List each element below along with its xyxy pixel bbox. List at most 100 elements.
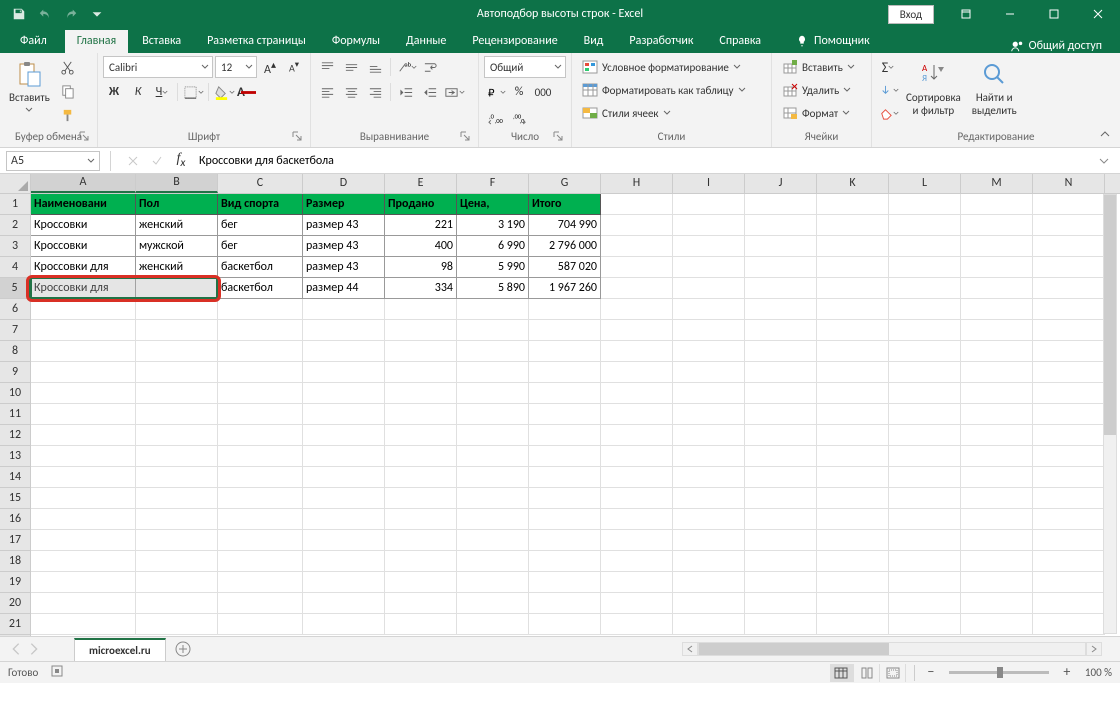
ribbon-options-button[interactable] <box>944 0 988 28</box>
tell-me-button[interactable]: Помощник <box>783 30 882 53</box>
cell[interactable] <box>303 446 385 467</box>
cell[interactable] <box>673 299 745 320</box>
cell[interactable] <box>218 488 303 509</box>
cell[interactable] <box>601 446 673 467</box>
cell[interactable] <box>303 509 385 530</box>
clear-button[interactable] <box>877 102 899 124</box>
cell[interactable] <box>601 425 673 446</box>
cell[interactable] <box>745 257 817 278</box>
row-header-3[interactable]: 3 <box>0 236 30 257</box>
maximize-button[interactable] <box>1032 0 1076 28</box>
cell[interactable]: Кроссовки для <box>31 257 136 278</box>
align-top-button[interactable] <box>316 56 338 78</box>
row-header-5[interactable]: 5 <box>0 278 31 299</box>
cell[interactable] <box>457 488 529 509</box>
cell[interactable] <box>31 425 136 446</box>
cell[interactable] <box>673 425 745 446</box>
conditional-format-button[interactable]: Условное форматирование <box>577 56 766 78</box>
cell[interactable]: Кроссовки <box>31 236 136 257</box>
increase-decimal-button[interactable]: ,0,00 <box>484 106 506 128</box>
cell[interactable] <box>745 341 817 362</box>
column-header-K[interactable]: K <box>817 174 889 193</box>
format-table-button[interactable]: Форматировать как таблицу <box>577 79 766 101</box>
cell[interactable] <box>457 341 529 362</box>
row-header-1[interactable]: 1 <box>0 194 30 215</box>
cell[interactable] <box>136 530 218 551</box>
tab-help[interactable]: Справка <box>707 30 773 53</box>
cell[interactable] <box>601 299 673 320</box>
cell[interactable] <box>218 572 303 593</box>
paste-button[interactable]: Вставить <box>5 56 54 126</box>
cell[interactable] <box>136 404 218 425</box>
cell[interactable] <box>457 509 529 530</box>
column-header-B[interactable]: B <box>136 174 218 193</box>
zoom-slider[interactable] <box>949 671 1049 674</box>
cell[interactable] <box>303 530 385 551</box>
cell[interactable] <box>817 593 889 614</box>
cell[interactable] <box>673 383 745 404</box>
insert-function-button[interactable]: fx <box>169 151 193 171</box>
cell[interactable] <box>1033 551 1105 572</box>
cell[interactable] <box>817 383 889 404</box>
row-header-2[interactable]: 2 <box>0 215 30 236</box>
cell[interactable] <box>136 593 218 614</box>
cell[interactable] <box>529 509 601 530</box>
cell[interactable] <box>1033 299 1105 320</box>
cell[interactable] <box>889 614 961 635</box>
cell[interactable] <box>889 194 961 215</box>
cell[interactable] <box>745 572 817 593</box>
cell-styles-button[interactable]: Стили ячеек <box>577 102 766 124</box>
cell[interactable] <box>817 467 889 488</box>
cell[interactable] <box>817 488 889 509</box>
select-all-corner[interactable] <box>0 174 31 193</box>
cell[interactable] <box>303 425 385 446</box>
cell[interactable] <box>218 320 303 341</box>
cell[interactable] <box>136 362 218 383</box>
cell[interactable] <box>385 404 457 425</box>
cut-button[interactable] <box>57 56 79 78</box>
collapse-ribbon-button[interactable] <box>1096 125 1114 143</box>
cell[interactable] <box>601 551 673 572</box>
tab-view[interactable]: Вид <box>572 30 616 53</box>
cell[interactable] <box>529 488 601 509</box>
row-header-11[interactable]: 11 <box>0 404 30 425</box>
cell[interactable] <box>136 572 218 593</box>
zoom-out-button[interactable]: − <box>923 665 939 681</box>
cell[interactable] <box>31 362 136 383</box>
cell[interactable] <box>601 467 673 488</box>
cell[interactable] <box>601 572 673 593</box>
cell[interactable] <box>385 488 457 509</box>
cell[interactable] <box>218 509 303 530</box>
cell[interactable] <box>1033 215 1105 236</box>
cell[interactable] <box>745 383 817 404</box>
cell[interactable] <box>136 551 218 572</box>
cell[interactable] <box>889 488 961 509</box>
insert-cells-button[interactable]: Вставить <box>777 56 866 78</box>
cell[interactable] <box>303 320 385 341</box>
wrap-text-button[interactable] <box>419 56 441 78</box>
row-header-4[interactable]: 4 <box>0 257 30 278</box>
cell[interactable] <box>1033 509 1105 530</box>
cell[interactable] <box>961 299 1033 320</box>
decrease-indent-button[interactable] <box>395 81 417 103</box>
row-header-16[interactable]: 16 <box>0 509 30 530</box>
cell[interactable] <box>961 593 1033 614</box>
column-header-C[interactable]: C <box>218 174 303 193</box>
cell[interactable] <box>817 215 889 236</box>
cell[interactable] <box>385 299 457 320</box>
cell[interactable] <box>745 299 817 320</box>
cell[interactable] <box>457 530 529 551</box>
cell[interactable] <box>817 425 889 446</box>
view-layout-button[interactable] <box>856 664 880 682</box>
cell[interactable] <box>673 530 745 551</box>
cell[interactable]: 221 <box>385 215 457 236</box>
tab-insert[interactable]: Вставка <box>130 30 193 53</box>
cell[interactable] <box>457 299 529 320</box>
cell[interactable] <box>673 257 745 278</box>
cell[interactable] <box>1033 572 1105 593</box>
border-button[interactable] <box>182 81 204 103</box>
cell[interactable] <box>529 572 601 593</box>
formula-input[interactable] <box>193 154 1092 168</box>
cell[interactable] <box>745 404 817 425</box>
cell[interactable] <box>218 341 303 362</box>
